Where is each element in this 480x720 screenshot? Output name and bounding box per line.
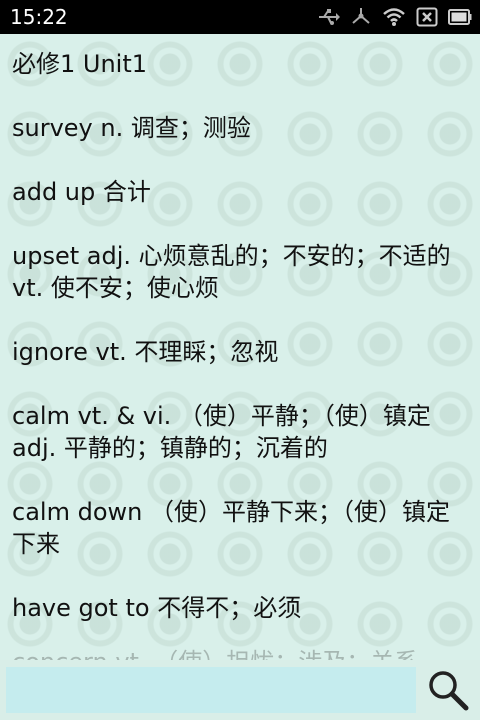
search-icon <box>429 671 469 711</box>
status-bar: 15:22 <box>0 0 480 34</box>
vocab-entry: survey n. 调查；测验 <box>12 114 251 142</box>
unit-heading: 必修1 Unit1 <box>12 50 148 78</box>
vocab-entry-partial: concern vt. （使）担忧；涉及；关系 <box>12 646 418 660</box>
usb-icon <box>319 9 340 25</box>
wifi-icon <box>383 8 405 26</box>
vocab-entry: ignore vt. 不理睬；忽视 <box>12 338 279 366</box>
sim-error-icon <box>416 7 438 27</box>
vocab-entry: calm down （使）平静下来；（使）镇定下来 <box>12 498 450 558</box>
vocabulary-list: 必修1 Unit1 survey n. 调查；测验 add up 合计 upse… <box>0 34 480 624</box>
status-icons <box>318 4 472 30</box>
vocab-entry: have got to 不得不；必须 <box>12 594 302 622</box>
search-button[interactable] <box>422 666 474 714</box>
vocabulary-content[interactable]: 必修1 Unit1 survey n. 调查；测验 add up 合计 upse… <box>0 34 480 660</box>
vocab-entry: add up 合计 <box>12 178 151 206</box>
search-bar <box>0 660 480 720</box>
search-input[interactable] <box>6 667 416 713</box>
share-icon <box>352 8 370 24</box>
status-time: 15:22 <box>10 5 68 29</box>
battery-icon <box>448 9 472 25</box>
vocab-entry: upset adj. 心烦意乱的；不安的；不适的 vt. 使不安；使心烦 <box>12 242 451 302</box>
vocab-entry: calm vt. & vi. （使）平静；（使）镇定 adj. 平静的；镇静的；… <box>12 402 431 462</box>
